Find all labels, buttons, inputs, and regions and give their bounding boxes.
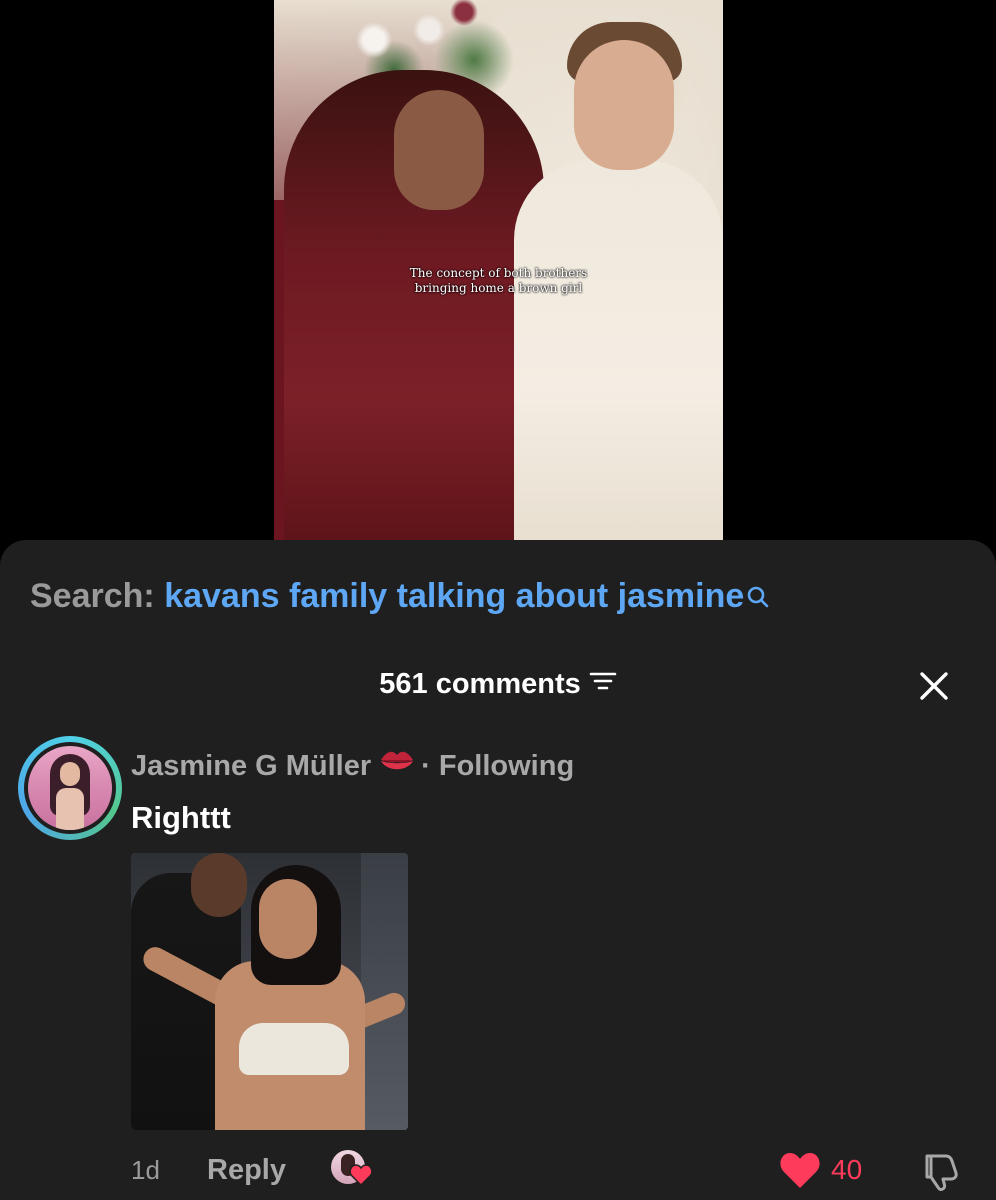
image-background (361, 853, 408, 1130)
video-caption-line1: The concept of both brothers (409, 266, 588, 280)
avatar-figure-face (60, 762, 80, 786)
video-player[interactable]: The concept of both brothers bringing ho… (274, 0, 723, 540)
video-caption-line2: bringing home a brown girl (414, 281, 583, 295)
close-icon[interactable] (914, 666, 954, 706)
video-caption: The concept of both brothers bringing ho… (274, 266, 723, 296)
comment-time: 1d (131, 1155, 160, 1185)
kiss-lips-icon (379, 745, 415, 785)
reply-button[interactable]: Reply (207, 1151, 286, 1189)
avatar[interactable] (18, 736, 122, 840)
comment-author-row: Jasmine G Müller · Following (131, 746, 574, 786)
search-query-link[interactable]: kavans family talking about jasmine (164, 577, 744, 615)
dislike-icon[interactable] (918, 1152, 960, 1197)
bride-face (394, 90, 484, 210)
app-root: The concept of both brothers bringing ho… (0, 0, 996, 1200)
following-label[interactable]: · Following (421, 750, 574, 782)
comment-image[interactable] (131, 853, 408, 1130)
image-subject-top (239, 1023, 349, 1075)
comment-text: Righttt (131, 800, 231, 835)
comments-count: 561 comments (379, 668, 581, 700)
filter-icon[interactable] (589, 663, 617, 703)
search-icon[interactable] (746, 578, 770, 618)
search-suggestion[interactable]: Search: kavans family talking about jasm… (30, 576, 770, 618)
search-label: Search: (30, 577, 155, 615)
like-count: 40 (831, 1154, 863, 1185)
mini-heart-icon (349, 1164, 373, 1191)
comments-sheet: Search: kavans family talking about jasm… (0, 540, 996, 1200)
image-subject-face (259, 879, 317, 959)
comments-header: 561 comments (0, 664, 996, 704)
comment-actions: 1d Reply 40 (0, 1148, 996, 1192)
comment-username[interactable]: Jasmine G Müller (131, 750, 371, 782)
avatar-figure-body (56, 788, 84, 830)
image-bystander-head (191, 853, 247, 917)
heart-icon[interactable] (779, 1152, 821, 1195)
groom-figure (514, 160, 723, 540)
avatar-photo (28, 746, 112, 830)
groom-face (574, 40, 674, 170)
creator-liked-badge (331, 1150, 375, 1190)
